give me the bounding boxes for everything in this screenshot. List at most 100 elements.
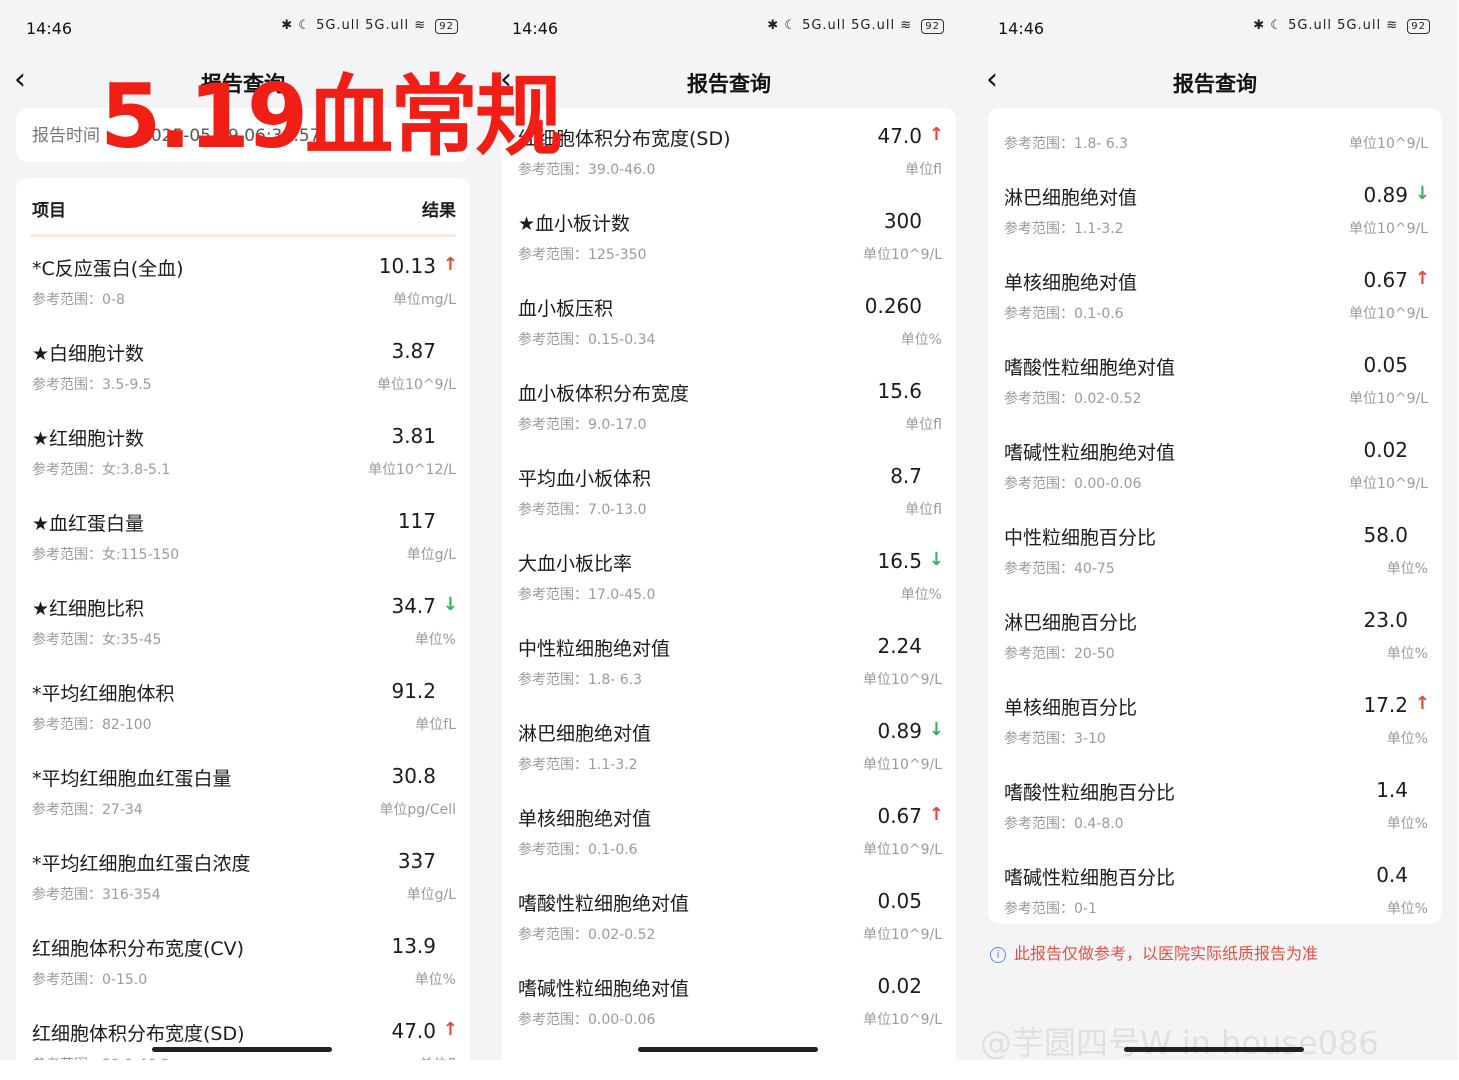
result-value: 47.0 bbox=[877, 124, 922, 148]
result-unit: 单位10^12/L bbox=[368, 462, 456, 478]
item-name: 嗜酸性粒细胞绝对值 bbox=[518, 893, 690, 915]
result-row: 参考范围：1.8- 6.3 单位10^9/L bbox=[988, 84, 1442, 169]
result-row: 大血小板比率 参考范围：17.0-45.0 16.5 单位% ↓ bbox=[502, 535, 956, 620]
result-value: 23.0 bbox=[1363, 608, 1408, 632]
result-row: 淋巴细胞绝对值 参考范围：1.1-3.2 0.89 单位10^9/L ↓ bbox=[988, 169, 1442, 254]
home-indicator[interactable] bbox=[1124, 1047, 1304, 1052]
reference-range: 参考范围：0.00-0.06 bbox=[518, 1012, 656, 1028]
result-unit: 单位10^9/L bbox=[1349, 476, 1428, 492]
item-name: 中性粒细胞绝对值 bbox=[518, 638, 671, 660]
result-list: *C反应蛋白(全血) 参考范围：0-8 10.13 单位mg/L ↑ ★白细胞计数 参考范围… bbox=[16, 240, 470, 1060]
result-row: 淋巴细胞绝对值 参考范围：1.1-3.2 0.89 单位10^9/L ↓ bbox=[502, 705, 956, 790]
result-value: 0.260 bbox=[864, 294, 922, 318]
reference-range: 参考范围：女:3.8-5.1 bbox=[32, 462, 171, 478]
result-row: ★血小板计数 参考范围：125-350 300 单位10^9/L bbox=[502, 195, 956, 280]
result-unit: 单位fL bbox=[415, 717, 456, 733]
reference-range: 参考范围：1.1-3.2 bbox=[1004, 221, 1124, 237]
reference-range: 参考范围：1.8- 6.3 bbox=[1004, 136, 1129, 152]
overlay-title: 5.19血常规 bbox=[100, 65, 563, 168]
disclaimer: i 此报告仅做参考，以医院实际纸质报告为准 bbox=[990, 940, 1318, 964]
home-indicator[interactable] bbox=[638, 1047, 818, 1052]
item-name: 嗜酸性粒细胞绝对值 bbox=[1004, 357, 1176, 379]
result-row: ★血红蛋白量 参考范围：女:115-150 117 单位g/L bbox=[16, 495, 470, 580]
info-icon: i bbox=[990, 947, 1006, 963]
result-row: *平均红细胞血红蛋白量 参考范围：27-34 30.8 单位pg/Cell bbox=[16, 750, 470, 835]
result-unit: 单位% bbox=[900, 587, 942, 603]
reference-range: 参考范围：9.0-17.0 bbox=[518, 417, 647, 433]
result-unit: 单位10^9/L bbox=[863, 757, 942, 773]
item-name: 血小板压积 bbox=[518, 298, 614, 320]
arrow-up-icon: ↑ bbox=[928, 124, 944, 145]
arrow-up-icon: ↑ bbox=[1414, 268, 1430, 289]
result-value: 16.5 bbox=[877, 549, 922, 573]
reference-range: 参考范围：40-75 bbox=[1004, 561, 1115, 577]
result-unit: 单位% bbox=[900, 332, 942, 348]
item-name: 单核细胞绝对值 bbox=[518, 808, 652, 830]
reference-range: 参考范围：3.5-9.5 bbox=[32, 377, 152, 393]
result-unit: 单位% bbox=[1386, 646, 1428, 662]
reference-range: 参考范围：1.1-3.2 bbox=[518, 757, 638, 773]
item-name: ★白细胞计数 bbox=[32, 343, 145, 365]
item-name: 单核细胞绝对值 bbox=[1004, 272, 1138, 294]
item-name: 嗜碱性粒细胞绝对值 bbox=[1004, 442, 1176, 464]
item-name: 红细胞体积分布宽度(SD) bbox=[32, 1023, 245, 1045]
reference-range: 参考范围：0-1 bbox=[1004, 901, 1097, 917]
result-unit: 单位g/L bbox=[406, 547, 456, 563]
result-value: 34.7 bbox=[391, 594, 436, 618]
result-value: 3.87 bbox=[391, 339, 436, 363]
reference-range: 参考范围：125-350 bbox=[518, 247, 647, 263]
header-item: 项目 bbox=[32, 201, 66, 221]
result-row: 血小板体积分布宽度 参考范围：9.0-17.0 15.6 单位fl bbox=[502, 365, 956, 450]
battery-icon: 92 bbox=[435, 19, 458, 34]
arrow-down-icon: ↓ bbox=[1414, 183, 1430, 204]
item-name: 大血小板比率 bbox=[518, 553, 633, 575]
item-name: ★红细胞计数 bbox=[32, 428, 145, 450]
arrow-down-icon: ↓ bbox=[928, 549, 944, 570]
result-unit: 单位% bbox=[1386, 816, 1428, 832]
result-row: 嗜酸性粒细胞绝对值 参考范围：0.02-0.52 0.05 单位10^9/L bbox=[988, 339, 1442, 424]
reference-range: 参考范围：1.8- 6.3 bbox=[518, 672, 643, 688]
item-name: 嗜碱性粒细胞百分比 bbox=[1004, 867, 1176, 889]
bluetooth-icon: ✱ bbox=[767, 18, 780, 33]
result-unit: 单位fl bbox=[905, 417, 942, 433]
result-value: 10.13 bbox=[378, 254, 436, 278]
result-value: 0.02 bbox=[1363, 438, 1408, 462]
result-unit: 单位pg/Cell bbox=[379, 802, 456, 818]
reference-range: 参考范围：女:35-45 bbox=[32, 632, 162, 648]
result-unit: 单位10^9/L bbox=[863, 842, 942, 858]
signal-icon: 5G.ull 5G.ull bbox=[1288, 18, 1382, 33]
arrow-up-icon: ↑ bbox=[442, 254, 458, 275]
status-time: 14:46 bbox=[26, 19, 73, 38]
bluetooth-icon: ✱ bbox=[1253, 18, 1266, 33]
result-row: *平均红细胞血红蛋白浓度 参考范围：316-354 337 单位g/L bbox=[16, 835, 470, 920]
result-row: 嗜碱性粒细胞绝对值 参考范围：0.00-0.06 0.02 单位10^9/L bbox=[502, 960, 956, 1045]
reference-range: 参考范围：20-50 bbox=[1004, 646, 1115, 662]
reference-range: 参考范围：0.4-8.0 bbox=[1004, 816, 1124, 832]
header-divider bbox=[30, 234, 456, 237]
result-list: 参考范围：1.8- 6.3 单位10^9/L 淋巴细胞绝对值 参考范围：1.1-3.2… bbox=[988, 84, 1442, 934]
result-value: 17.2 bbox=[1363, 693, 1408, 717]
reference-range: 参考范围：0-8 bbox=[32, 292, 125, 308]
result-row: 嗜酸性粒细胞绝对值 参考范围：0.02-0.52 0.05 单位10^9/L bbox=[502, 875, 956, 960]
result-row: 红细胞体积分布宽度(CV) 参考范围：0-15.0 13.9 单位% bbox=[16, 920, 470, 1005]
status-icons: ✱ ☾ 5G.ull 5G.ull ≋ 92 bbox=[767, 18, 944, 34]
result-value: 337 bbox=[397, 849, 436, 873]
result-value: 58.0 bbox=[1363, 523, 1408, 547]
wifi-icon: ≋ bbox=[414, 18, 427, 33]
arrow-down-icon: ↓ bbox=[442, 594, 458, 615]
result-unit: 单位fl bbox=[419, 1054, 456, 1060]
result-row: 嗜碱性粒细胞绝对值 参考范围：0.00-0.06 0.02 单位10^9/L bbox=[988, 424, 1442, 509]
item-name: 嗜酸性粒细胞百分比 bbox=[1004, 782, 1176, 804]
result-row: 淋巴细胞百分比 参考范围：20-50 23.0 单位% bbox=[988, 594, 1442, 679]
moon-icon: ☾ bbox=[784, 18, 797, 33]
result-list: 红细胞体积分布宽度(SD) 参考范围：39.0-46.0 47.0 单位fl ↑ ★血小板… bbox=[502, 110, 956, 1045]
result-unit: 单位10^9/L bbox=[863, 927, 942, 943]
home-indicator[interactable] bbox=[152, 1047, 332, 1052]
result-row: 血小板压积 参考范围：0.15-0.34 0.260 单位% bbox=[502, 280, 956, 365]
signal-icon: 5G.ull 5G.ull bbox=[802, 18, 896, 33]
arrow-up-icon: ↑ bbox=[1414, 693, 1430, 714]
status-icons: ✱ ☾ 5G.ull 5G.ull ≋ 92 bbox=[1253, 18, 1430, 34]
result-unit: 单位mg/L bbox=[392, 292, 456, 308]
reference-range: 参考范围：0.02-0.52 bbox=[1004, 391, 1142, 407]
result-value: 1.4 bbox=[1376, 778, 1408, 802]
